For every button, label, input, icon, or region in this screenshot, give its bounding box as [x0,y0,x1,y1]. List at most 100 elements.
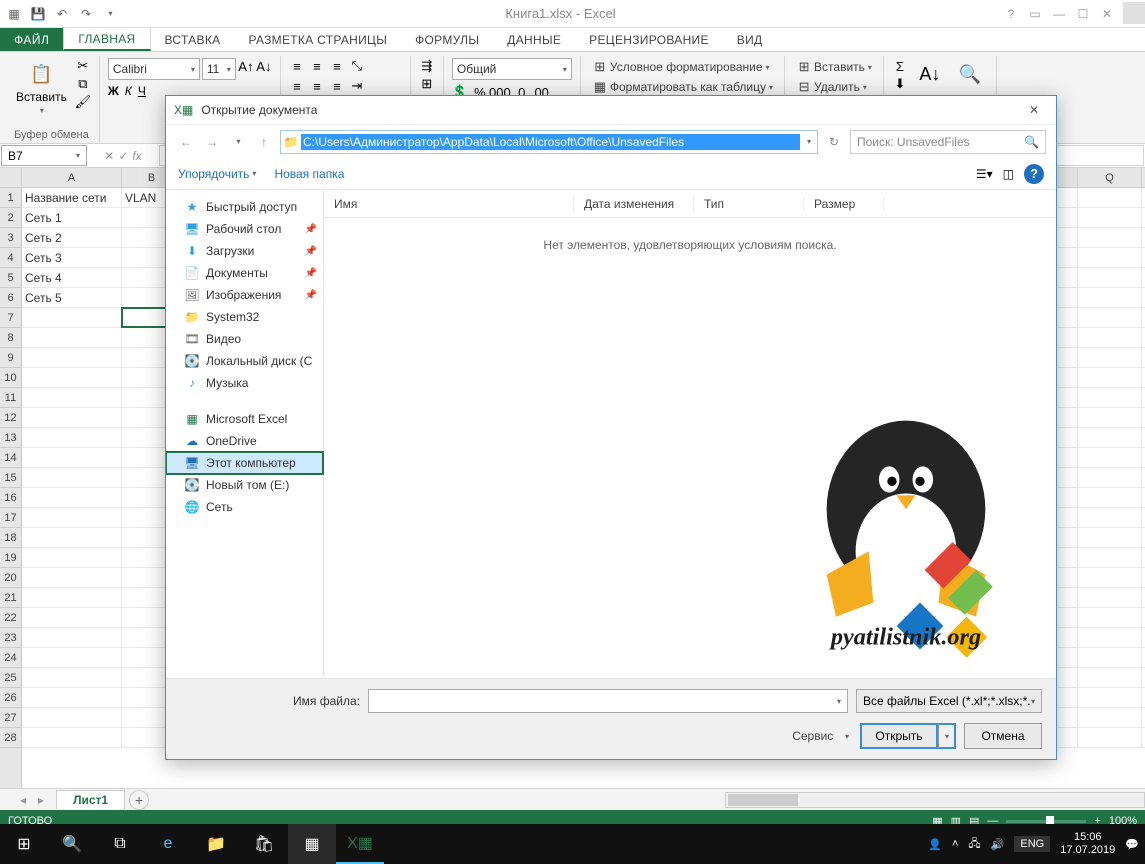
tab-data[interactable]: ДАННЫЕ [493,28,575,51]
address-bar[interactable]: 📁 C:\Users\Администратор\AppData\Local\M… [280,130,818,154]
search-icon[interactable]: 🔍 [48,824,96,864]
row-header[interactable]: 20 [0,568,21,588]
qat-dropdown-icon[interactable]: ▾ [98,2,122,26]
row-header[interactable]: 3 [0,228,21,248]
help-icon[interactable]: ? [999,2,1023,26]
filename-input[interactable]: ▾ [368,689,848,713]
indent-icon[interactable]: ⇥ [349,78,365,94]
zoom-slider[interactable] [1006,820,1086,823]
row-header[interactable]: 11 [0,388,21,408]
tab-review[interactable]: РЕЦЕНЗИРОВАНИЕ [575,28,723,51]
open-button[interactable]: Открыть [860,723,938,749]
col-header[interactable]: Q [1078,168,1142,187]
cell[interactable] [1078,448,1142,467]
cell[interactable] [1078,608,1142,627]
cell[interactable]: Сеть 5 [22,288,122,307]
tab-formulas[interactable]: ФОРМУЛЫ [401,28,493,51]
cell[interactable] [1078,628,1142,647]
align-top-icon[interactable]: ≡ [289,58,305,74]
nav-item[interactable]: 📁System32 [166,306,323,328]
row-header[interactable]: 2 [0,208,21,228]
nav-item[interactable]: 🖥Этот компьютер [166,452,323,474]
insert-cells-button[interactable]: ⊞Вставить▾ [793,58,875,76]
cell[interactable] [1078,548,1142,567]
view-mode-icon[interactable]: ☰▾ [976,167,993,181]
file-tab[interactable]: ФАЙЛ [0,28,63,51]
cell[interactable] [22,648,122,667]
next-sheet-icon[interactable]: ▸ [38,793,44,807]
redo-icon[interactable]: ↷ [74,2,98,26]
number-format-select[interactable]: Общий▾ [452,58,572,80]
sort-filter-button[interactable]: A↓ [912,58,948,90]
cell[interactable] [22,328,122,347]
cell[interactable] [22,528,122,547]
addr-dropdown-icon[interactable]: ▾ [801,137,817,146]
autosum-icon[interactable]: Σ [892,58,908,74]
row-header[interactable]: 18 [0,528,21,548]
col-type[interactable]: Тип [694,197,804,211]
cell[interactable] [1078,688,1142,707]
cell[interactable] [1078,668,1142,687]
row-header[interactable]: 27 [0,708,21,728]
cell[interactable]: Название сети [22,188,122,207]
row-header[interactable]: 25 [0,668,21,688]
cell[interactable]: Сеть 1 [22,208,122,227]
start-button[interactable]: ⊞ [0,824,48,864]
service-button[interactable]: Сервис ▾ [789,728,852,744]
filename-dropdown-icon[interactable]: ▾ [831,697,847,706]
row-header[interactable]: 13 [0,428,21,448]
row-header[interactable]: 23 [0,628,21,648]
conditional-formatting-button[interactable]: ⊞Условное форматирование▾ [589,58,773,76]
shrink-font-icon[interactable]: A↓ [256,58,272,74]
col-header[interactable]: A [22,168,122,187]
cell[interactable] [1078,368,1142,387]
name-box[interactable]: B7▾ [1,145,87,166]
save-icon[interactable]: 💾 [26,2,50,26]
col-size[interactable]: Размер [804,197,884,211]
cell[interactable] [1078,428,1142,447]
nav-item[interactable]: ★Быстрый доступ [166,196,323,218]
minimize-icon[interactable]: — [1047,2,1071,26]
font-select[interactable]: Calibri▾ [108,58,200,80]
ribbon-toggle-icon[interactable]: ▭ [1023,2,1047,26]
cell[interactable] [22,408,122,427]
col-name[interactable]: Имя [324,197,574,211]
cell[interactable] [1078,728,1142,747]
underline-button[interactable]: Ч [138,84,146,98]
cell[interactable] [1078,468,1142,487]
excel-app-icon[interactable]: ▦ [2,2,26,26]
row-header[interactable]: 7 [0,308,21,328]
row-header[interactable]: 28 [0,728,21,748]
row-header[interactable]: 9 [0,348,21,368]
cell[interactable] [1078,708,1142,727]
cell[interactable] [22,428,122,447]
nav-recent-icon[interactable]: ▾ [228,132,248,152]
align-bottom-icon[interactable]: ≡ [329,58,345,74]
col-modified[interactable]: Дата изменения [574,197,694,211]
cell[interactable] [1078,588,1142,607]
row-header[interactable]: 6 [0,288,21,308]
row-header[interactable]: 24 [0,648,21,668]
nav-item[interactable]: ⬇Загрузки📌 [166,240,323,262]
format-painter-icon[interactable]: 🖌 [75,94,91,110]
excel-taskbar-icon[interactable]: X▦ [336,824,384,864]
cell[interactable] [22,608,122,627]
horizontal-scrollbar[interactable] [725,792,1145,808]
nav-item[interactable]: ☁OneDrive [166,430,323,452]
cell[interactable] [1078,208,1142,227]
cell[interactable] [1078,388,1142,407]
nav-item[interactable]: 🖼Изображения📌 [166,284,323,306]
search-input[interactable]: Поиск: UnsavedFiles 🔍 [850,130,1046,154]
cell[interactable] [1078,508,1142,527]
cell[interactable] [22,448,122,467]
add-sheet-button[interactable]: + [129,790,149,810]
cell[interactable] [1078,528,1142,547]
cancel-fx-icon[interactable]: ✕ [104,149,114,163]
cell[interactable] [22,388,122,407]
cancel-button[interactable]: Отмена [964,723,1042,749]
nav-item[interactable]: ♪Музыка [166,372,323,394]
row-header[interactable]: 16 [0,488,21,508]
new-folder-button[interactable]: Новая папка [274,167,344,181]
bold-button[interactable]: Ж [108,84,119,98]
edge-icon[interactable]: e [144,824,192,864]
